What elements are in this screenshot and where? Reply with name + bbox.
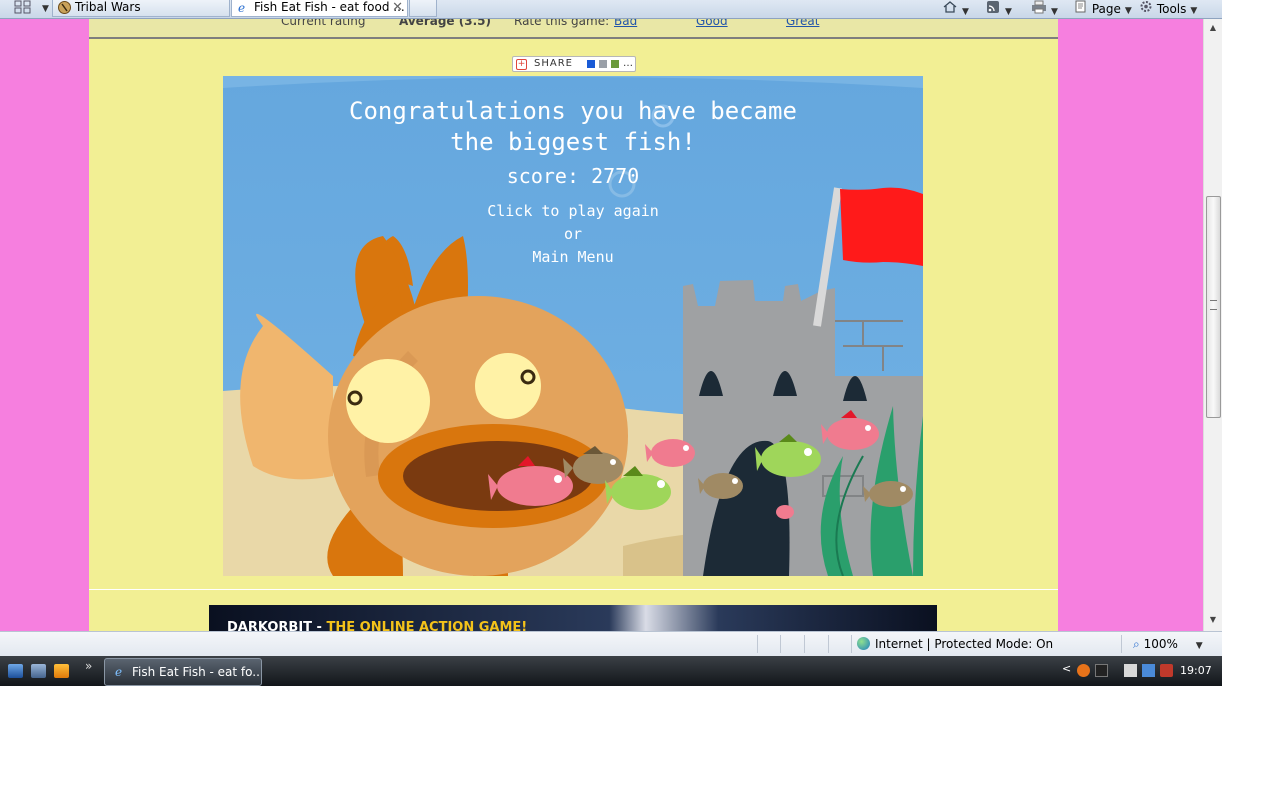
banner-brand: DARKORBIT - bbox=[227, 620, 327, 631]
share-more-icon: … bbox=[623, 58, 633, 69]
stumble-icon bbox=[611, 60, 619, 68]
rating-value: Average (3.5) bbox=[399, 19, 491, 28]
show-desktop-icon[interactable] bbox=[8, 664, 23, 678]
svg-text:e: e bbox=[238, 1, 245, 14]
volume-muted-icon[interactable] bbox=[1160, 664, 1173, 677]
globe-icon bbox=[857, 637, 870, 650]
status-bar: Internet | Protected Mode: On ⌕ 100% ▼ bbox=[0, 631, 1222, 657]
print-icon[interactable]: ▼ bbox=[1031, 0, 1058, 17]
share-label: SHARE bbox=[534, 58, 573, 69]
tab-label: Tribal Wars bbox=[75, 0, 141, 14]
game-title: Congratulations you have became the bigg… bbox=[223, 96, 923, 158]
clock[interactable]: 19:07 bbox=[1180, 664, 1212, 677]
tab-tribal-wars[interactable]: Tribal Wars bbox=[52, 0, 230, 17]
rate-bad-link[interactable]: Bad bbox=[614, 19, 637, 28]
play-again-button[interactable]: Click to play again bbox=[223, 202, 923, 220]
feeds-icon[interactable]: ▼ bbox=[986, 0, 1012, 17]
status-separator bbox=[1121, 635, 1122, 653]
zoom-control[interactable]: ⌕ 100% ▼ bbox=[1133, 637, 1203, 652]
plus-icon: + bbox=[516, 59, 527, 70]
game-canvas[interactable]: Congratulations you have became the bigg… bbox=[223, 76, 923, 576]
tab-label: Fish Eat Fish - eat food ... bbox=[254, 0, 405, 14]
grip-icon bbox=[1210, 300, 1217, 310]
divider bbox=[89, 589, 1058, 590]
show-hidden-icons-icon[interactable]: < bbox=[1062, 662, 1071, 675]
rate-good-link[interactable]: Good bbox=[696, 19, 728, 28]
scroll-down-arrow-icon[interactable]: ▼ bbox=[1204, 615, 1222, 629]
tray-app-icon[interactable] bbox=[1124, 664, 1137, 677]
tab-list-dropdown-icon[interactable]: ▼ bbox=[38, 0, 49, 17]
rating-strip: Current rating Average (3.5) Rate this g… bbox=[89, 19, 1058, 39]
score-display: score: 2770 bbox=[223, 164, 923, 188]
security-zone-label: Internet | Protected Mode: On bbox=[875, 637, 1054, 651]
status-separator bbox=[828, 635, 829, 653]
game-title-line-1: Congratulations you have became bbox=[349, 97, 797, 125]
tools-menu[interactable]: Tools ▼ bbox=[1139, 0, 1197, 17]
page-icon bbox=[1075, 0, 1086, 13]
scrollbar-thumb[interactable] bbox=[1206, 196, 1221, 418]
game-title-line-2: the biggest fish! bbox=[450, 128, 696, 156]
network-icon[interactable] bbox=[1142, 664, 1155, 677]
gear-icon bbox=[1140, 1, 1152, 12]
digg-icon bbox=[599, 60, 607, 68]
status-separator bbox=[804, 635, 805, 653]
score-value: 2770 bbox=[591, 164, 640, 188]
taskbar: » e Fish Eat Fish - eat fo... < 19:07 bbox=[0, 656, 1222, 686]
page-viewport: Current rating Average (3.5) Rate this g… bbox=[0, 19, 1203, 631]
switch-windows-icon[interactable] bbox=[31, 664, 46, 678]
tab-fish-eat-fish[interactable]: e Fish Eat Fish - eat food ... ✕ bbox=[231, 0, 408, 17]
new-tab-button[interactable] bbox=[409, 0, 437, 17]
main-menu-button[interactable]: Main Menu bbox=[223, 248, 923, 266]
browser-tab-bar: ▼ Tribal Wars e Fish Eat Fish - eat food… bbox=[0, 0, 1222, 19]
status-separator bbox=[780, 635, 781, 653]
taskbar-window-button[interactable]: e Fish Eat Fish - eat fo... bbox=[104, 658, 262, 686]
svg-text:e: e bbox=[115, 665, 122, 678]
scroll-up-arrow-icon[interactable]: ▲ bbox=[1204, 23, 1222, 37]
page-menu-label: Page bbox=[1091, 2, 1121, 16]
security-zone[interactable]: Internet | Protected Mode: On bbox=[857, 637, 1053, 651]
rate-prompt: Rate this game: bbox=[514, 19, 610, 28]
close-tab-icon[interactable]: ✕ bbox=[392, 0, 403, 15]
magnifier-icon: ⌕ bbox=[1133, 637, 1140, 651]
or-text: or bbox=[563, 225, 583, 243]
rating-label: Current rating bbox=[281, 19, 366, 28]
quick-launch-more-icon[interactable]: » bbox=[85, 659, 92, 673]
content-column: Current rating Average (3.5) Rate this g… bbox=[89, 19, 1058, 631]
score-label: score: bbox=[506, 164, 580, 188]
tools-menu-label: Tools bbox=[1156, 2, 1187, 16]
darkorbit-ad-banner[interactable]: DARKORBIT - THE ONLINE ACTION GAME! bbox=[209, 605, 937, 631]
media-player-icon[interactable] bbox=[54, 664, 69, 678]
tray-app-icon[interactable] bbox=[1095, 664, 1108, 677]
vertical-scrollbar[interactable]: ▲ ▼ bbox=[1203, 19, 1222, 631]
zoom-dropdown-icon[interactable]: ▼ bbox=[1196, 641, 1203, 651]
quick-tabs-icon[interactable] bbox=[14, 0, 32, 17]
status-separator bbox=[851, 635, 852, 653]
tribal-wars-favicon-icon bbox=[58, 1, 71, 14]
home-icon[interactable]: ▼ bbox=[942, 0, 969, 17]
tray-app-icon[interactable] bbox=[1077, 664, 1090, 677]
banner-text: DARKORBIT - THE ONLINE ACTION GAME! bbox=[227, 620, 527, 631]
banner-tagline: THE ONLINE ACTION GAME! bbox=[326, 620, 528, 631]
taskbar-window-label: Fish Eat Fish - eat fo... bbox=[132, 665, 262, 679]
share-button[interactable]: + SHARE … bbox=[512, 56, 636, 72]
rate-great-link[interactable]: Great bbox=[786, 19, 819, 28]
zoom-level: 100% bbox=[1143, 637, 1178, 651]
status-separator bbox=[757, 635, 758, 653]
internet-explorer-favicon-icon: e bbox=[238, 1, 245, 14]
page-menu[interactable]: Page ▼ bbox=[1074, 0, 1132, 17]
delicious-icon bbox=[587, 60, 595, 68]
internet-explorer-icon: e bbox=[115, 665, 122, 678]
